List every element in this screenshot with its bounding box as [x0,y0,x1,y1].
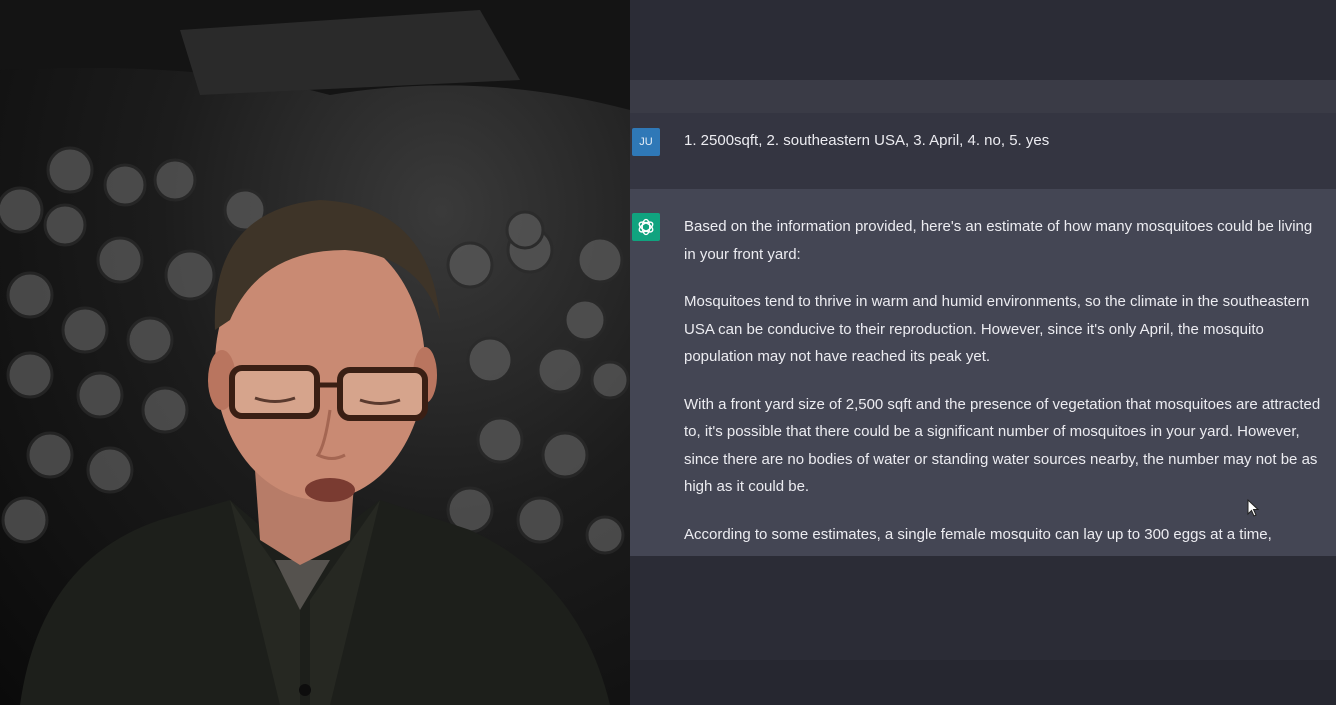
presenter-video-image [0,0,630,705]
user-message-row: JU 1. 2500sqft, 2. southeastern USA, 3. … [630,113,1336,189]
assistant-paragraph-2: Mosquitoes tend to thrive in warm and hu… [684,293,1310,365]
assistant-message-row: Based on the information provided, here'… [630,189,1336,556]
openai-logo-icon [632,213,660,241]
chat-separator [630,80,1336,113]
chat-panel: JU 1. 2500sqft, 2. southeastern USA, 3. … [630,0,1336,705]
chat-input-area [630,556,1336,660]
assistant-message-text: Based on the information provided, here'… [684,213,1324,556]
screen: JU 1. 2500sqft, 2. southeastern USA, 3. … [0,0,1336,705]
chat-top-area [630,0,1336,80]
user-avatar: JU [632,128,660,156]
assistant-paragraph-4: According to some estimates, a single fe… [684,525,1272,543]
user-message-text: 1. 2500sqft, 2. southeastern USA, 3. Apr… [684,132,1050,149]
mouse-cursor-icon [1244,498,1262,523]
webcam-feed [0,0,630,705]
chat-footer [630,660,1336,705]
assistant-paragraph-1: Based on the information provided, here'… [684,218,1313,263]
assistant-paragraph-3: With a front yard size of 2,500 sqft and… [684,395,1321,496]
